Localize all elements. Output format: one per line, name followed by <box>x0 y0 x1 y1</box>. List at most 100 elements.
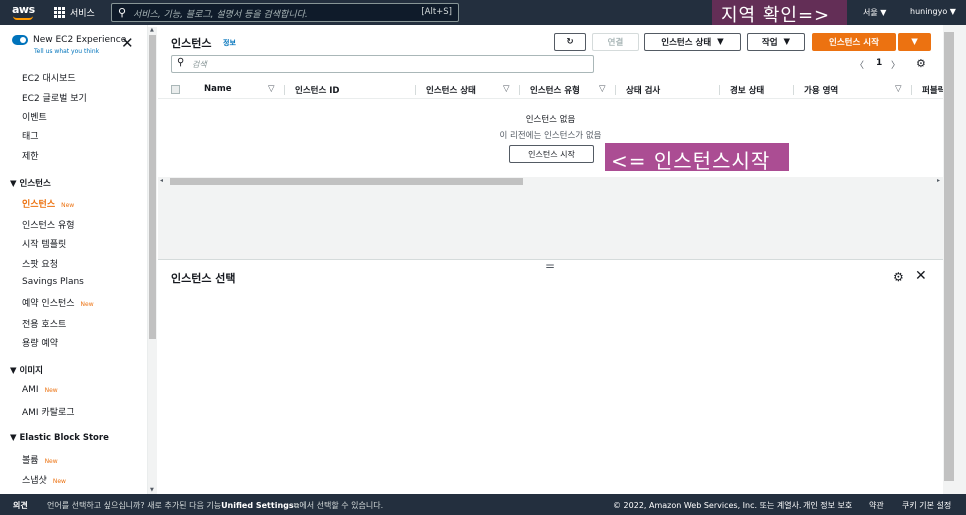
sidebar-item-tags[interactable]: 태그 <box>22 129 39 142</box>
caret-down-icon: ▼ <box>717 37 724 47</box>
sidebar-item-ami[interactable]: AMI New <box>22 385 58 395</box>
unified-settings-link[interactable]: Unified Settings <box>221 501 294 510</box>
column-name[interactable]: Name <box>204 84 231 94</box>
filter-icon[interactable]: ▽ <box>895 84 902 94</box>
launch-label: 인스턴스 시작 <box>829 38 879 48</box>
select-all-checkbox[interactable] <box>171 85 180 94</box>
horizontal-scroll-thumb[interactable] <box>170 178 523 185</box>
region-selector[interactable]: 서울 ▼ <box>863 7 886 18</box>
filter-icon[interactable]: ▽ <box>503 84 510 94</box>
scroll-left-icon[interactable]: ◂ <box>160 177 163 184</box>
column-instance-id[interactable]: 인스턴스 ID <box>295 84 339 96</box>
refresh-button[interactable]: ↻ <box>554 33 586 51</box>
actions-button[interactable]: 작업 ▼ <box>747 33 805 51</box>
filter-icon[interactable]: ▽ <box>268 84 275 94</box>
column-divider[interactable] <box>719 85 720 95</box>
sidebar-item-savings-plans[interactable]: Savings Plans <box>22 277 84 287</box>
sidebar-item-dashboard[interactable]: EC2 대시보드 <box>22 71 76 84</box>
column-alarm-status[interactable]: 경보 상태 <box>730 84 764 96</box>
new-experience-title: New EC2 Experience <box>33 35 127 45</box>
table-empty-area <box>158 186 943 260</box>
column-divider[interactable] <box>519 85 520 95</box>
sidebar-group-instances[interactable]: ▼ 인스턴스 <box>10 177 51 189</box>
language-notice-pre: 언어를 선택하고 싶으십니까? 새로 추가된 다음 기능 <box>47 501 222 510</box>
column-divider[interactable] <box>415 85 416 95</box>
sidebar-item-reserved-instances[interactable]: 예약 인스턴스 New <box>22 296 94 309</box>
sidebar-item-snapshots[interactable]: 스냅샷 New <box>22 473 66 486</box>
account-menu[interactable]: huningyo ▼ <box>910 7 956 16</box>
main-scroll-thumb[interactable] <box>944 32 954 481</box>
sidebar-group-images[interactable]: ▼ 이미지 <box>10 364 43 376</box>
global-search[interactable]: ⚲ 서비스, 기능, 블로그, 설명서 등을 검색합니다. [Alt+S] <box>111 3 459 22</box>
privacy-link[interactable]: 개인 정보 보호 <box>803 500 852 511</box>
search-input[interactable]: ⚲ 검색 <box>171 55 594 73</box>
refresh-icon: ↻ <box>566 37 574 47</box>
sidebar-item-dedicated-hosts[interactable]: 전용 호스트 <box>22 317 66 330</box>
sidebar-item-global-view[interactable]: EC2 글로벌 보기 <box>22 91 87 104</box>
split-settings-gear-icon[interactable]: ⚙ <box>893 270 904 284</box>
table-horizontal-scrollbar[interactable]: ◂ ▸ <box>158 177 943 186</box>
sidebar-item-instance-types[interactable]: 인스턴스 유형 <box>22 218 75 231</box>
feedback-link[interactable]: 의견 <box>13 500 28 511</box>
cookie-preferences-link[interactable]: 쿠키 기본 설정 <box>902 500 951 511</box>
main-scrollbar[interactable] <box>943 25 966 494</box>
close-icon[interactable]: ✕ <box>121 36 134 51</box>
column-instance-type[interactable]: 인스턴스 유형 <box>530 84 580 96</box>
footer: 의견 언어를 선택하고 싶으십니까? 새로 추가된 다음 기능Unified S… <box>0 494 966 515</box>
services-menu[interactable]: 서비스 <box>54 6 95 19</box>
column-divider[interactable] <box>911 85 912 95</box>
filter-icon[interactable]: ▽ <box>599 84 606 94</box>
column-instance-state[interactable]: 인스턴스 상태 <box>426 84 476 96</box>
new-experience-toggle[interactable] <box>12 35 28 45</box>
terms-link[interactable]: 약관 <box>869 500 884 511</box>
sidebar-group-ebs[interactable]: ▼ Elastic Block Store <box>10 433 109 443</box>
info-link[interactable]: 정보 <box>223 38 236 48</box>
sidebar-scroll-thumb[interactable] <box>149 35 156 339</box>
sidebar-item-instances[interactable]: 인스턴스 New <box>22 197 74 210</box>
column-public[interactable]: 퍼블릭 <box>922 84 945 96</box>
search-shortcut: [Alt+S] <box>421 7 452 17</box>
scroll-right-icon[interactable]: ▸ <box>937 177 940 184</box>
item-label: 예약 인스턴스 <box>22 299 75 309</box>
connect-button[interactable]: 연결 <box>592 33 639 51</box>
aws-logo[interactable]: aws <box>12 3 36 23</box>
split-drag-handle-icon[interactable]: = <box>545 259 555 273</box>
column-divider[interactable] <box>284 85 285 95</box>
sidebar-scrollbar[interactable]: ▲ ▼ <box>148 27 157 494</box>
scroll-up-icon[interactable]: ▲ <box>150 27 154 33</box>
services-label: 서비스 <box>70 9 95 19</box>
column-divider[interactable] <box>615 85 616 95</box>
previous-page-icon[interactable]: 〈 <box>855 58 864 71</box>
column-status-check[interactable]: 상태 검사 <box>626 84 660 96</box>
group-label: Elastic Block Store <box>19 433 109 443</box>
sidebar: New EC2 Experience Tell us what you thin… <box>0 25 148 494</box>
sidebar-item-spot-requests[interactable]: 스팟 요청 <box>22 257 58 270</box>
search-icon: ⚲ <box>177 57 185 68</box>
caret-down-icon: ▼ <box>911 37 918 47</box>
empty-launch-button[interactable]: 인스턴스 시작 <box>509 145 594 163</box>
sidebar-item-events[interactable]: 이벤트 <box>22 110 47 123</box>
settings-gear-icon[interactable]: ⚙ <box>916 57 926 70</box>
column-availability-zone[interactable]: 가용 영역 <box>804 84 838 96</box>
instance-state-button[interactable]: 인스턴스 상태 ▼ <box>644 33 741 51</box>
sidebar-item-volumes[interactable]: 볼륨 New <box>22 453 58 466</box>
region-check-annotation: 지역 확인=> <box>712 0 847 27</box>
launch-dropdown-button[interactable]: ▼ <box>898 33 931 51</box>
aws-smile-icon <box>13 16 33 20</box>
feedback-link[interactable]: Tell us what you think <box>34 48 99 55</box>
launch-instances-button[interactable]: 인스턴스 시작 <box>812 33 896 51</box>
group-label: 이미지 <box>19 366 43 376</box>
page-number[interactable]: 1 <box>876 58 882 68</box>
split-close-icon[interactable]: ✕ <box>915 268 927 284</box>
new-badge: New <box>52 478 66 485</box>
search-placeholder: 검색 <box>192 60 207 69</box>
scroll-down-icon[interactable]: ▼ <box>150 487 154 493</box>
launch-instance-annotation: <= 인스턴스시작 <box>605 143 789 173</box>
column-divider[interactable] <box>793 85 794 95</box>
next-page-icon[interactable]: 〉 <box>891 58 900 71</box>
sidebar-item-capacity-reservations[interactable]: 용량 예약 <box>22 336 58 349</box>
sidebar-item-ami-catalog[interactable]: AMI 카탈로그 <box>22 405 75 418</box>
sidebar-item-limits[interactable]: 제한 <box>22 149 39 162</box>
connect-label: 연결 <box>607 38 624 48</box>
sidebar-item-launch-templates[interactable]: 시작 템플릿 <box>22 237 66 250</box>
